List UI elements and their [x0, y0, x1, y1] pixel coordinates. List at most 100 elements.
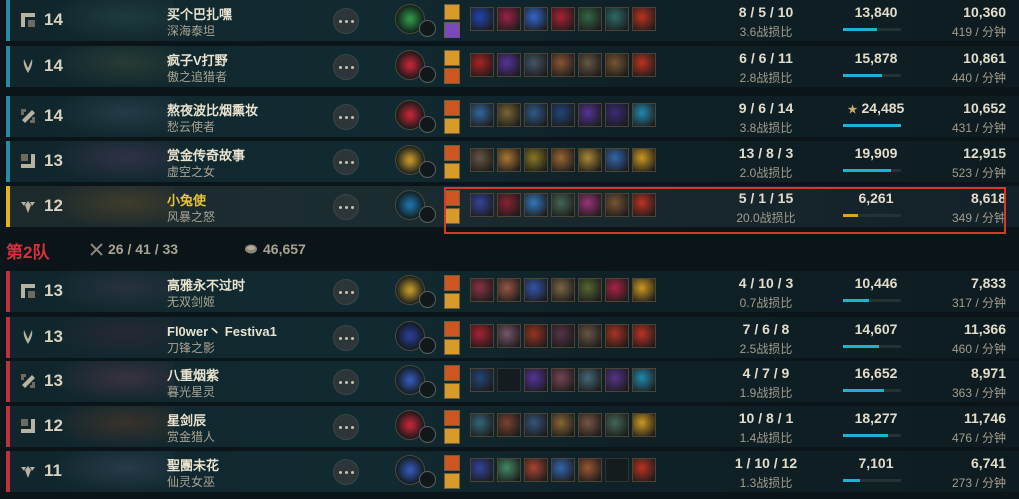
- more-options-button[interactable]: [333, 369, 359, 395]
- item-slot[interactable]: [578, 368, 602, 392]
- secondary-rune-icon[interactable]: [419, 116, 436, 133]
- more-options-button[interactable]: [333, 149, 359, 175]
- summoner-spell-icon[interactable]: [444, 321, 460, 337]
- item-slot[interactable]: [497, 7, 521, 31]
- item-slot[interactable]: [578, 53, 602, 77]
- secondary-rune-icon[interactable]: [419, 20, 436, 37]
- item-slot[interactable]: [551, 458, 575, 482]
- item-slot[interactable]: [524, 368, 548, 392]
- item-slot[interactable]: [470, 53, 494, 77]
- summoner-spell-icon[interactable]: [444, 410, 460, 426]
- player-row[interactable]: 13 高雅永不过时 无双剑姬 4 / 10 / 3 0.7战损比 10,446 …: [6, 271, 1019, 312]
- item-slot[interactable]: [497, 103, 521, 127]
- player-name[interactable]: 小兔使: [167, 190, 206, 209]
- item-slot[interactable]: [524, 148, 548, 172]
- item-slot[interactable]: [497, 324, 521, 348]
- item-slot[interactable]: [551, 413, 575, 437]
- summoner-spell-icon[interactable]: [444, 4, 460, 20]
- summoner-spell-icon[interactable]: [444, 293, 460, 309]
- item-slot[interactable]: [632, 324, 656, 348]
- item-slot[interactable]: [470, 148, 494, 172]
- item-slot[interactable]: [470, 278, 494, 302]
- item-slot[interactable]: [497, 53, 521, 77]
- more-options-button[interactable]: [333, 8, 359, 34]
- more-options-button[interactable]: [333, 104, 359, 130]
- player-row[interactable]: 14 熬夜波比烟熏妆 愁云使者 9 / 6 / 14 3.8战损比 ★ 24,48…: [6, 96, 1019, 137]
- player-row[interactable]: 13 Fl0wer丶 Festiva1 刀锋之影 7 / 6 / 8 2.5战损…: [6, 317, 1019, 358]
- secondary-rune-icon[interactable]: [419, 471, 436, 488]
- secondary-rune-icon[interactable]: [419, 66, 436, 83]
- summoner-spell-icon[interactable]: [444, 22, 460, 38]
- item-slot[interactable]: [605, 324, 629, 348]
- item-slot[interactable]: [524, 324, 548, 348]
- secondary-rune-icon[interactable]: [419, 161, 436, 178]
- item-slot[interactable]: [578, 103, 602, 127]
- item-slot[interactable]: [632, 368, 656, 392]
- item-slot[interactable]: [470, 7, 494, 31]
- item-slot[interactable]: [632, 413, 656, 437]
- summoner-spell-icon[interactable]: [444, 339, 460, 355]
- summoner-spell-icon[interactable]: [444, 50, 460, 66]
- summoner-spell-icon[interactable]: [444, 275, 460, 291]
- item-slot[interactable]: [605, 53, 629, 77]
- item-slot[interactable]: [578, 324, 602, 348]
- secondary-rune-icon[interactable]: [419, 426, 436, 443]
- item-slot[interactable]: [470, 368, 494, 392]
- summoner-spell-icon[interactable]: [444, 455, 460, 471]
- item-slot[interactable]: [551, 53, 575, 77]
- item-slot[interactable]: [551, 368, 575, 392]
- item-slot[interactable]: [605, 368, 629, 392]
- summoner-spell-icon[interactable]: [444, 68, 460, 84]
- item-slot[interactable]: [632, 278, 656, 302]
- item-slot[interactable]: [578, 278, 602, 302]
- item-slot[interactable]: [497, 278, 521, 302]
- player-name[interactable]: 聖團未花: [167, 455, 219, 474]
- player-name[interactable]: 买个巴扎嘿: [167, 4, 232, 23]
- item-slot[interactable]: [551, 7, 575, 31]
- secondary-rune-icon[interactable]: [419, 206, 436, 223]
- player-row[interactable]: 13 八重烟紫 暮光星灵 4 / 7 / 9 1.9战损比 16,652 8,9…: [6, 361, 1019, 402]
- player-name[interactable]: Fl0wer丶 Festiva1: [167, 321, 277, 340]
- item-slot[interactable]: [578, 413, 602, 437]
- more-options-button[interactable]: [333, 459, 359, 485]
- player-name[interactable]: 熬夜波比烟熏妆: [167, 100, 258, 119]
- player-name[interactable]: 赏金传奇故事: [167, 145, 245, 164]
- item-slot[interactable]: [578, 458, 602, 482]
- item-slot[interactable]: [524, 278, 548, 302]
- secondary-rune-icon[interactable]: [419, 337, 436, 354]
- item-slot[interactable]: [551, 103, 575, 127]
- item-slot[interactable]: [578, 148, 602, 172]
- more-options-button[interactable]: [333, 325, 359, 351]
- summoner-spell-icon[interactable]: [444, 365, 460, 381]
- player-row[interactable]: 14 疯子V打野 傲之追猎者 6 / 6 / 11 2.8战损比 15,878 …: [6, 46, 1019, 87]
- item-slot[interactable]: [470, 413, 494, 437]
- item-slot[interactable]: [524, 7, 548, 31]
- player-row[interactable]: 13 赏金传奇故事 虚空之女 13 / 8 / 3 2.0战损比 19,909 …: [6, 141, 1019, 182]
- player-row[interactable]: 12 星剑辰 赏金猎人 10 / 8 / 1 1.4战损比 18,277 11,…: [6, 406, 1019, 447]
- item-slot[interactable]: [524, 103, 548, 127]
- item-slot[interactable]: [470, 458, 494, 482]
- player-name[interactable]: 星剑辰: [167, 410, 206, 429]
- item-slot[interactable]: [470, 103, 494, 127]
- player-name[interactable]: 疯子V打野: [167, 50, 228, 69]
- item-slot[interactable]: [605, 103, 629, 127]
- player-row[interactable]: 11 聖團未花 仙灵女巫 1 / 10 / 12 1.3战损比 7,101 6,…: [6, 451, 1019, 492]
- item-slot[interactable]: [524, 458, 548, 482]
- item-slot[interactable]: [524, 413, 548, 437]
- item-slot[interactable]: [551, 278, 575, 302]
- item-slot[interactable]: [632, 53, 656, 77]
- more-options-button[interactable]: [333, 54, 359, 80]
- more-options-button[interactable]: [333, 414, 359, 440]
- item-slot[interactable]: [632, 148, 656, 172]
- item-slot[interactable]: [605, 148, 629, 172]
- secondary-rune-icon[interactable]: [419, 381, 436, 398]
- item-slot[interactable]: [497, 413, 521, 437]
- item-slot[interactable]: [632, 103, 656, 127]
- summoner-spell-icon[interactable]: [444, 473, 460, 489]
- summoner-spell-icon[interactable]: [444, 145, 460, 161]
- player-name[interactable]: 八重烟紫: [167, 365, 219, 384]
- item-slot[interactable]: [605, 278, 629, 302]
- item-slot[interactable]: [551, 148, 575, 172]
- secondary-rune-icon[interactable]: [419, 291, 436, 308]
- summoner-spell-icon[interactable]: [444, 118, 460, 134]
